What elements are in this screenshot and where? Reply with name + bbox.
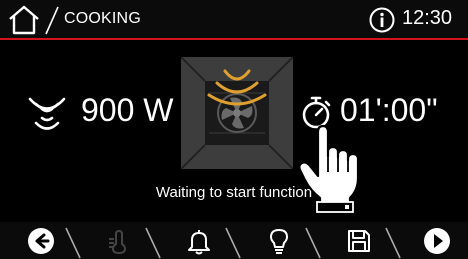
microwave-waves-icon <box>28 97 66 130</box>
thermometer-icon <box>109 229 127 255</box>
oven-fan-icon <box>180 56 294 170</box>
header-accent-line <box>0 38 468 40</box>
save-button[interactable] <box>344 226 374 256</box>
back-arrow-icon <box>28 228 54 254</box>
hand-pointer-icon <box>296 120 368 216</box>
clock: 12:30 <box>402 7 453 29</box>
back-button[interactable] <box>26 226 56 256</box>
power-value[interactable]: 900 W <box>81 92 173 129</box>
lightbulb-icon <box>270 229 288 254</box>
start-button[interactable] <box>422 226 452 256</box>
bottom-bar-dividers <box>65 227 401 259</box>
oven-function-display <box>180 56 294 170</box>
bell-icon <box>188 230 210 255</box>
temperature-button <box>104 226 134 256</box>
save-icon <box>348 230 370 252</box>
bottom-bar <box>0 222 468 259</box>
info-icon <box>369 7 395 33</box>
alarm-button[interactable] <box>184 226 214 256</box>
screen-title: COOKING <box>64 10 141 27</box>
info-button[interactable] <box>368 6 396 34</box>
home-button[interactable] <box>6 4 42 36</box>
home-icon <box>9 5 39 35</box>
breadcrumb-separator <box>45 6 59 35</box>
light-button[interactable] <box>264 226 294 256</box>
power-setting[interactable] <box>22 88 72 138</box>
play-forward-icon <box>424 228 450 254</box>
status-message: Waiting to start function <box>155 184 313 201</box>
